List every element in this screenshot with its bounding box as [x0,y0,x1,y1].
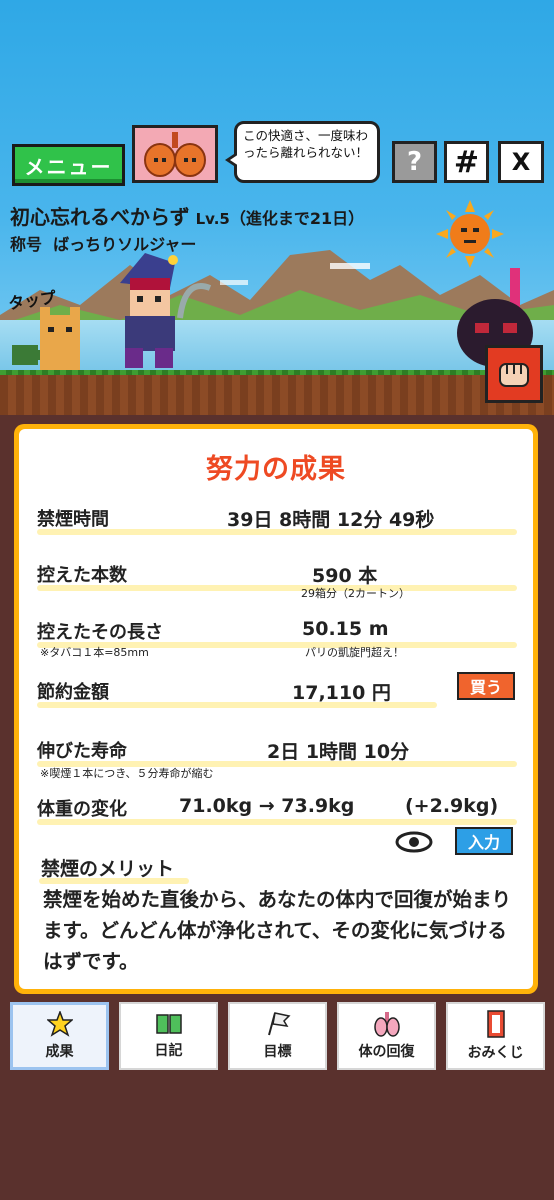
ground-strip [0,375,554,415]
length-label: 控えたその長さ [37,622,163,643]
buy-button[interactable]: 買う [457,672,515,700]
help-button[interactable]: ? [392,141,437,183]
character-level: Lv.5 [195,210,230,228]
star-icon [46,1011,73,1037]
x-share-button[interactable]: X [498,141,544,183]
nav-results[interactable]: 成果 [10,1002,109,1070]
sun-icon [436,200,504,268]
nav-diary[interactable]: 日記 [119,1002,218,1070]
cat-companion[interactable] [10,305,90,375]
quit-time-label: 禁煙時間 [37,509,109,530]
character-title: 初心忘れるべからず [10,205,190,229]
book-icon [155,1014,182,1034]
results-card: 努力の成果 禁煙時間 39日 8時間 12分 49秒 控えた本数 590 本 2… [14,424,538,994]
weight-label: 体重の変化 [37,799,127,820]
length-value: 50.15 m [302,618,389,640]
divider [37,819,517,825]
nav-label: 目標 [263,1044,292,1060]
divider [37,702,437,708]
bottom-nav: 成果 日記 目標 体の回復 おみくじ [10,1002,546,1072]
not-smoked-label: 控えた本数 [37,565,127,586]
savings-value: 17,110 円 [292,682,391,704]
lungs-icon [144,132,206,177]
merit-title: 禁煙のメリット [41,858,175,880]
speech-bubble: この快適さ、一度味わったら離れられない！ [225,121,380,183]
punch-button[interactable] [485,345,543,403]
rank-name: ばっちりソルジャー [53,235,197,254]
header-bar: メニュー この快適さ、一度味わったら離れられない！ ? # X [0,121,554,189]
weight-input-button[interactable]: 入力 [455,827,513,855]
nav-body-recovery[interactable]: 体の回復 [337,1002,436,1070]
hashtag-button[interactable]: # [444,141,489,183]
nav-label: 体の回復 [358,1044,415,1060]
rank-line: 称号 ばっちりソルジャー [10,231,196,255]
life-label: 伸びた寿命 [37,741,127,762]
life-value: 2日 1時間 10分 [267,741,410,763]
lungs-avatar[interactable] [132,125,218,183]
lungs-icon [373,1012,400,1037]
character-title-line: 初心忘れるべからず Lv.5（進化まで21日） [10,201,364,230]
not-smoked-note: 29箱分（2カートン） [301,587,410,600]
merit-text: 禁煙を始めた直後から、あなたの体内で回復が始まります。どんどん体が浄化されて、そ… [43,888,512,973]
evolve-countdown: （進化まで21日） [229,209,365,228]
nav-goal[interactable]: 目標 [228,1002,327,1070]
quit-time-value: 39日 8時間 12分 49秒 [227,509,435,531]
life-note: ※喫煙１本につき、５分寿命が縮む [40,767,214,780]
length-comparison: パリの凱旋門超え！ [305,646,404,659]
length-note: ※タバコ１本=85mm [40,646,149,659]
results-card-body: 努力の成果 禁煙時間 39日 8時間 12分 49秒 控えた本数 590 本 2… [19,429,533,989]
divider [37,529,517,535]
player-character[interactable] [95,248,215,373]
nav-label: おみくじ [467,1045,524,1061]
weight-diff: (+2.9kg) [405,795,499,817]
not-smoked-value: 590 本 [312,565,378,587]
fist-icon [499,363,529,387]
weight-value: 71.0kg → 73.9kg [179,795,355,817]
nav-label: 成果 [45,1044,74,1060]
flag-icon [267,1012,291,1036]
divider [37,585,517,591]
eye-icon[interactable] [395,831,433,853]
menu-button[interactable]: メニュー [12,144,125,186]
omikuji-icon [486,1010,505,1038]
card-title: 努力の成果 [206,454,346,485]
nav-omikuji[interactable]: おみくじ [446,1002,545,1070]
nav-label: 日記 [154,1043,183,1059]
savings-label: 節約金額 [37,682,109,703]
rank-prefix: 称号 [10,235,43,254]
